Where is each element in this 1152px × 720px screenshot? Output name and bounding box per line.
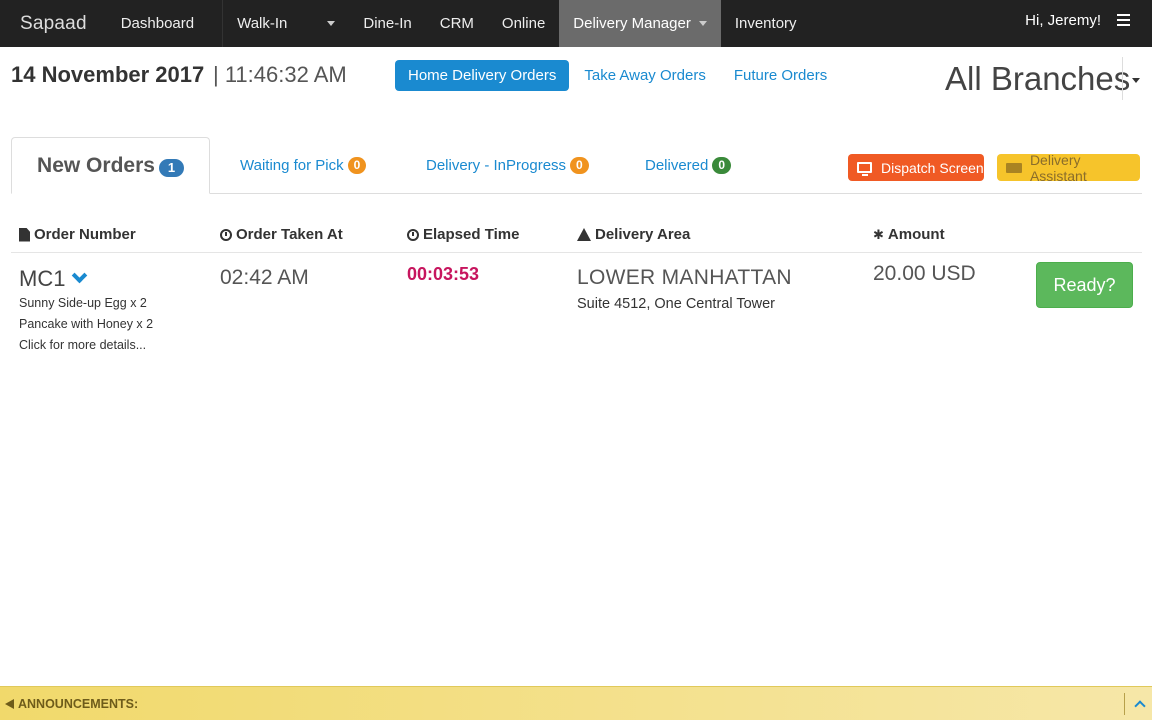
delivery-area: LOWER MANHATTAN: [577, 266, 792, 289]
col-amount-label: Amount: [887, 226, 945, 243]
megaphone-icon: [5, 698, 14, 709]
order-number[interactable]: MC1: [19, 266, 88, 292]
tab-new-orders[interactable]: New Orders 1: [11, 137, 210, 194]
tab-delivered-label: Delivered: [645, 157, 709, 174]
hamburger-menu-icon[interactable]: [1117, 11, 1130, 29]
announcements-title: ANNOUNCEMENTS:: [5, 697, 138, 711]
dispatch-screen-button[interactable]: Dispatch Screen: [848, 154, 984, 181]
more-details-link[interactable]: Click for more details...: [19, 338, 146, 352]
col-order-number: Order Number: [19, 226, 136, 243]
announcements-bar: ANNOUNCEMENTS:: [0, 686, 1152, 720]
delivered-count-badge: 0: [712, 157, 732, 174]
road-icon: [577, 228, 591, 241]
walk-in-dropdown-toggle[interactable]: [301, 0, 349, 47]
orders-table-header: Order Number Order Taken At Elapsed Time…: [11, 217, 1142, 253]
nav-dine-in[interactable]: Dine-In: [349, 0, 425, 47]
col-order-taken-label: Order Taken At: [236, 226, 343, 243]
in-progress-count-badge: 0: [570, 157, 589, 174]
tab-waiting-label: Waiting for Pick: [240, 157, 344, 174]
nav-dashboard[interactable]: Dashboard: [107, 0, 208, 47]
asterisk-icon: ✱: [873, 226, 884, 242]
delivery-address: Suite 4512, One Central Tower: [577, 296, 776, 312]
nav-crm[interactable]: CRM: [426, 0, 488, 47]
col-amount: ✱ Amount: [873, 226, 945, 243]
ready-button[interactable]: Ready?: [1036, 262, 1133, 308]
tab-in-progress-label: Delivery - InProgress: [426, 157, 567, 174]
col-delivery-area-label: Delivery Area: [595, 226, 691, 243]
table-row[interactable]: MC1 Sunny Side-up Egg x 2 Pancake with H…: [11, 254, 1142, 364]
col-elapsed-label: Elapsed Time: [423, 226, 520, 243]
current-date: 14 November 2017: [11, 62, 205, 87]
monitor-icon: [857, 162, 872, 176]
top-navbar: Sapaad Dashboard Walk-In Dine-In CRM Onl…: [0, 0, 1152, 47]
nav-delivery-manager-label: Delivery Manager: [573, 15, 691, 32]
col-order-taken-at: Order Taken At: [220, 226, 343, 243]
tab-delivery-in-progress[interactable]: Delivery - InProgress 0: [426, 137, 589, 194]
chevron-up-icon[interactable]: [1134, 700, 1146, 712]
tab-future-orders[interactable]: Future Orders: [721, 60, 840, 91]
dispatch-screen-label: Dispatch Screen: [881, 159, 984, 176]
tab-home-delivery-orders[interactable]: Home Delivery Orders: [395, 60, 570, 91]
order-number-label: MC1: [19, 266, 66, 291]
col-elapsed-time: Elapsed Time: [407, 226, 519, 243]
current-time: | 11:46:32 AM: [213, 62, 347, 87]
order-status-tabs: New Orders 1 Waiting for Pick 0 Delivery…: [11, 137, 1142, 194]
order-amount: 20.00 USD: [873, 262, 976, 285]
tab-new-orders-label: New Orders: [37, 153, 155, 177]
new-orders-count-badge: 1: [158, 158, 184, 177]
tab-take-away-orders[interactable]: Take Away Orders: [571, 60, 718, 91]
nav-inventory[interactable]: Inventory: [721, 0, 811, 47]
col-delivery-area: Delivery Area: [577, 226, 690, 243]
col-order-number-label: Order Number: [34, 226, 136, 243]
nav-walk-in[interactable]: Walk-In: [223, 0, 301, 47]
branch-selector[interactable]: All Branches: [945, 60, 1130, 98]
tab-delivered[interactable]: Delivered 0: [645, 137, 732, 194]
announcements-label: ANNOUNCEMENTS:: [18, 696, 139, 711]
order-taken-at: 02:42 AM: [220, 266, 309, 289]
announcements-divider: [1124, 693, 1125, 715]
order-item: Pancake with Honey x 2: [19, 317, 154, 331]
delivery-assistant-button[interactable]: Delivery Assistant: [997, 151, 1140, 184]
branch-divider: [1122, 57, 1123, 100]
user-menu[interactable]: Hi, Jeremy!: [1025, 0, 1130, 40]
nav-delivery-manager[interactable]: Delivery Manager: [559, 0, 721, 47]
branch-caret-down-icon[interactable]: [1132, 78, 1140, 83]
tab-waiting-for-pick[interactable]: Waiting for Pick 0: [240, 137, 367, 194]
clock-icon: [407, 228, 419, 241]
chevron-down-icon[interactable]: [72, 267, 88, 284]
waiting-count-badge: 0: [347, 157, 367, 174]
order-item: Sunny Side-up Egg x 2: [19, 296, 147, 310]
caret-down-icon: [327, 21, 336, 26]
order-type-tabs: Home Delivery Orders Take Away Orders Fu…: [395, 60, 842, 91]
elapsed-time: 00:03:53: [407, 264, 480, 284]
delivery-assistant-label: Delivery Assistant: [1029, 151, 1087, 184]
truck-icon: [1006, 162, 1022, 173]
file-icon: [19, 227, 30, 242]
caret-down-icon: [698, 21, 707, 26]
brand-logo[interactable]: Sapaad: [0, 13, 107, 35]
clock-icon: [220, 228, 232, 241]
nav-online[interactable]: Online: [488, 0, 559, 47]
user-greeting: Hi, Jeremy!: [1025, 11, 1101, 29]
